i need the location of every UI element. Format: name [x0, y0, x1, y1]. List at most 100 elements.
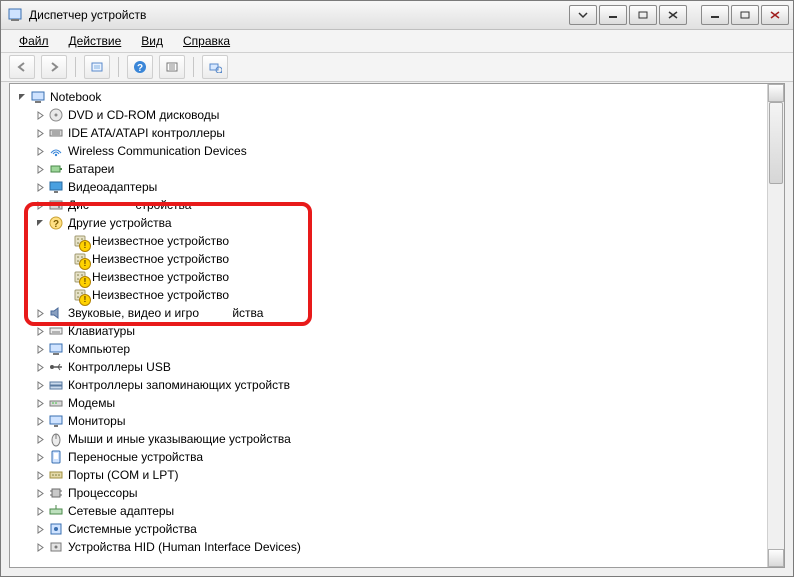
forward-button[interactable] [41, 55, 67, 79]
tree-label: Модемы [68, 396, 115, 410]
tree-label: Контроллеры запоминающих устройств [68, 378, 290, 392]
unknown-device-icon [72, 233, 88, 249]
tree-row[interactable]: Неизвестное устройство [12, 250, 768, 268]
expand-icon[interactable] [34, 181, 46, 193]
tree-row[interactable]: Порты (COM и LPT) [12, 466, 768, 484]
tree-label: DVD и CD-ROM дисководы [68, 108, 219, 122]
tree-row[interactable]: Звуковые, видео и игро йства [12, 304, 768, 322]
maximize-button[interactable] [731, 5, 759, 25]
window-title: Диспетчер устройств [29, 8, 146, 22]
expand-icon[interactable] [34, 523, 46, 535]
tree-row[interactable]: Переносные устройства [12, 448, 768, 466]
menu-file[interactable]: Файл [11, 32, 57, 50]
tree-row[interactable]: Системные устройства [12, 520, 768, 538]
expand-icon[interactable] [34, 379, 46, 391]
tree-label: Неизвестное устройство [92, 270, 229, 284]
scroll-up-button[interactable] [768, 84, 784, 102]
tree-row[interactable]: DVD и CD-ROM дисководы [12, 106, 768, 124]
dropdown-caption-button[interactable] [569, 5, 597, 25]
expand-icon[interactable] [34, 325, 46, 337]
tree-label: Мониторы [68, 414, 125, 428]
expand-icon[interactable] [34, 163, 46, 175]
collapse-icon[interactable] [16, 91, 28, 103]
tree-label: Контроллеры USB [68, 360, 171, 374]
tree-row[interactable]: Wireless Communication Devices [12, 142, 768, 160]
usb-icon [48, 359, 64, 375]
tree-row[interactable]: Мониторы [12, 412, 768, 430]
expand-icon[interactable] [34, 451, 46, 463]
tree-row[interactable]: IDE ATA/ATAPI контроллеры [12, 124, 768, 142]
modem-icon [48, 395, 64, 411]
tree-row[interactable]: Контроллеры USB [12, 358, 768, 376]
expand-icon[interactable] [34, 127, 46, 139]
tree-label: Видеоадаптеры [68, 180, 157, 194]
expand-icon[interactable] [34, 415, 46, 427]
tree-row[interactable]: Сетевые адаптеры [12, 502, 768, 520]
expand-icon[interactable] [34, 541, 46, 553]
device-tree[interactable]: Notebook DVD и CD-ROM дисководы IDE ATA/AT… [10, 84, 768, 567]
tree-row[interactable]: Мыши и иные указывающие устройства [12, 430, 768, 448]
expand-icon[interactable] [34, 469, 46, 481]
extra-minimize-button[interactable] [599, 5, 627, 25]
tree-row[interactable]: Неизвестное устройство [12, 268, 768, 286]
unknown-device-icon [72, 287, 88, 303]
tree-label: Компьютер [68, 342, 130, 356]
menu-help[interactable]: Справка [175, 32, 238, 50]
collapse-icon[interactable] [34, 217, 46, 229]
extra-close-button[interactable] [659, 5, 687, 25]
help-button[interactable]: ? [127, 55, 153, 79]
tree-label: Другие устройства [68, 216, 172, 230]
window-frame: Диспетчер устройств Файл Действие Вид Сп… [0, 0, 794, 577]
scan-hardware-button[interactable] [202, 55, 228, 79]
menu-action[interactable]: Действие [61, 32, 130, 50]
tree-label: Системные устройства [68, 522, 197, 536]
properties-button[interactable] [159, 55, 185, 79]
tree-row[interactable]: ? Другие устройства [12, 214, 768, 232]
tree-row[interactable]: Неизвестное устройство [12, 286, 768, 304]
port-icon [48, 467, 64, 483]
minimize-button[interactable] [701, 5, 729, 25]
tree-row[interactable]: Процессоры [12, 484, 768, 502]
expand-icon[interactable] [34, 145, 46, 157]
expand-icon[interactable] [34, 199, 46, 211]
back-button[interactable] [9, 55, 35, 79]
close-button[interactable] [761, 5, 789, 25]
show-hidden-button[interactable] [84, 55, 110, 79]
extra-maximize-button[interactable] [629, 5, 657, 25]
scroll-thumb[interactable] [769, 102, 783, 184]
expand-icon[interactable] [34, 307, 46, 319]
expand-icon[interactable] [34, 505, 46, 517]
scroll-down-button[interactable] [768, 549, 784, 567]
expand-icon[interactable] [34, 109, 46, 121]
sound-icon [48, 305, 64, 321]
expand-icon[interactable] [34, 361, 46, 373]
toolbar-separator [193, 57, 194, 77]
tree-row[interactable]: Дис стройства [12, 196, 768, 214]
tree-row[interactable]: Батареи [12, 160, 768, 178]
tree-label: Неизвестное устройство [92, 288, 229, 302]
vertical-scrollbar[interactable] [767, 84, 784, 567]
tree-label: Мыши и иные указывающие устройства [68, 432, 291, 446]
tree-row[interactable]: Notebook [12, 88, 768, 106]
tree-label: Сетевые адаптеры [68, 504, 174, 518]
tree-label: Переносные устройства [68, 450, 203, 464]
expand-icon[interactable] [34, 397, 46, 409]
tree-row[interactable]: Устройства HID (Human Interface Devices) [12, 538, 768, 556]
tree-label: IDE ATA/ATAPI контроллеры [68, 126, 225, 140]
network-icon [48, 503, 64, 519]
battery-icon [48, 161, 64, 177]
tree-row[interactable]: Видеоадаптеры [12, 178, 768, 196]
expand-icon[interactable] [34, 487, 46, 499]
tree-row[interactable]: Контроллеры запоминающих устройств [12, 376, 768, 394]
svg-text:?: ? [53, 219, 59, 230]
tree-row[interactable]: Клавиатуры [12, 322, 768, 340]
expand-icon[interactable] [34, 433, 46, 445]
tree-row[interactable]: Компьютер [12, 340, 768, 358]
tree-row[interactable]: Модемы [12, 394, 768, 412]
expand-icon[interactable] [34, 343, 46, 355]
menu-view[interactable]: Вид [133, 32, 171, 50]
tree-label: Неизвестное устройство [92, 252, 229, 266]
mouse-icon [48, 431, 64, 447]
tree-row[interactable]: Неизвестное устройство [12, 232, 768, 250]
display-icon [48, 179, 64, 195]
